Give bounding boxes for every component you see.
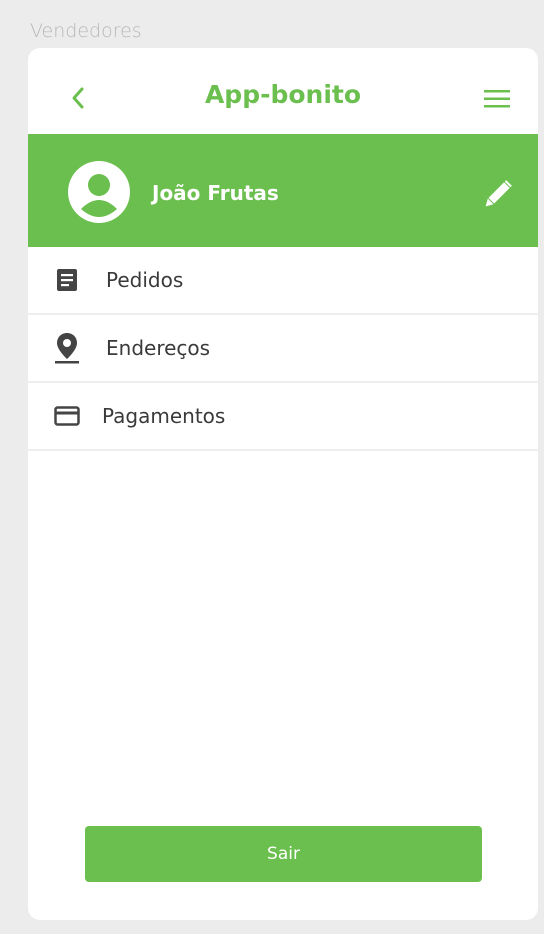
menu-item-pedidos[interactable]: Pedidos [28, 247, 538, 315]
location-pin-icon [54, 333, 80, 364]
menu-item-label: Pagamentos [102, 404, 226, 428]
hamburger-menu-icon [484, 90, 510, 108]
app-title: App-bonito [204, 80, 362, 109]
phone-screen: App-bonito João Frutas Pedidos Endereços… [28, 48, 538, 920]
frame-label: Vendedores [30, 20, 142, 42]
menu-button[interactable] [482, 86, 512, 112]
credit-card-icon [54, 401, 80, 431]
menu-item-label: Pedidos [106, 268, 184, 292]
menu-list: Pedidos Endereços Pagamentos [28, 247, 538, 451]
menu-item-label: Endereços [106, 336, 211, 360]
logout-button[interactable]: Sair [85, 826, 482, 882]
menu-item-enderecos[interactable]: Endereços [28, 315, 538, 383]
avatar [68, 161, 130, 223]
menu-item-pagamentos[interactable]: Pagamentos [28, 383, 538, 451]
edit-profile-button[interactable] [478, 176, 516, 214]
account-circle-icon [68, 161, 130, 223]
profile-name: João Frutas [152, 181, 279, 205]
profile-header: João Frutas [28, 134, 538, 247]
pencil-icon [485, 180, 512, 207]
document-list-icon [54, 265, 80, 295]
app-bar: App-bonito [28, 48, 538, 134]
